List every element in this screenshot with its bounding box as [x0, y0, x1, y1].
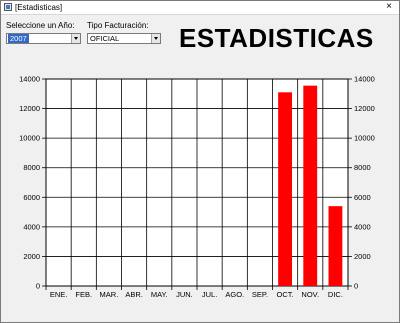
x-tick-label: JUN. [176, 290, 193, 299]
x-tick-label: NOV. [301, 290, 319, 299]
bar [328, 206, 343, 286]
y-tick-label-left: 6000 [23, 193, 40, 202]
x-tick-label: JUL. [202, 290, 217, 299]
y-tick-label-left: 12000 [19, 104, 40, 113]
x-tick-label: MAY. [151, 290, 168, 299]
y-tick-label-left: 8000 [23, 163, 40, 172]
x-tick-label: DIC. [328, 290, 343, 299]
x-tick-label: FEB. [75, 290, 92, 299]
y-tick-label-right: 10000 [354, 134, 375, 143]
bar [303, 85, 318, 287]
y-tick-label-right: 2000 [354, 252, 371, 261]
x-tick-label: MAR. [100, 290, 119, 299]
y-tick-label-right: 8000 [354, 163, 371, 172]
bar-chart: 0 0 2000 2000 4000 4000 6000 6000 8000 8000 10000 1… [19, 75, 375, 300]
x-tick-label: AGO. [225, 290, 244, 299]
x-tick-label: OCT. [277, 290, 294, 299]
y-tick-label-right: 0 [354, 282, 358, 291]
y-tick-label-left: 2000 [23, 252, 40, 261]
x-tick-label: SEP. [252, 290, 268, 299]
y-tick-label-left: 0 [36, 282, 40, 291]
bar [278, 92, 293, 286]
y-tick-label-right: 4000 [354, 222, 371, 231]
y-tick-label-left: 4000 [23, 222, 40, 231]
y-tick-label-left: 10000 [19, 134, 40, 143]
x-tick-label: ENE. [50, 290, 68, 299]
y-tick-label-right: 14000 [354, 75, 375, 84]
x-tick-label: ABR. [125, 290, 143, 299]
y-tick-label-right: 6000 [354, 193, 371, 202]
y-tick-label-right: 12000 [354, 104, 375, 113]
stats-window: [Estadisticas] × Seleccione un Año: 2007… [0, 0, 400, 323]
y-tick-label-left: 14000 [19, 75, 40, 84]
